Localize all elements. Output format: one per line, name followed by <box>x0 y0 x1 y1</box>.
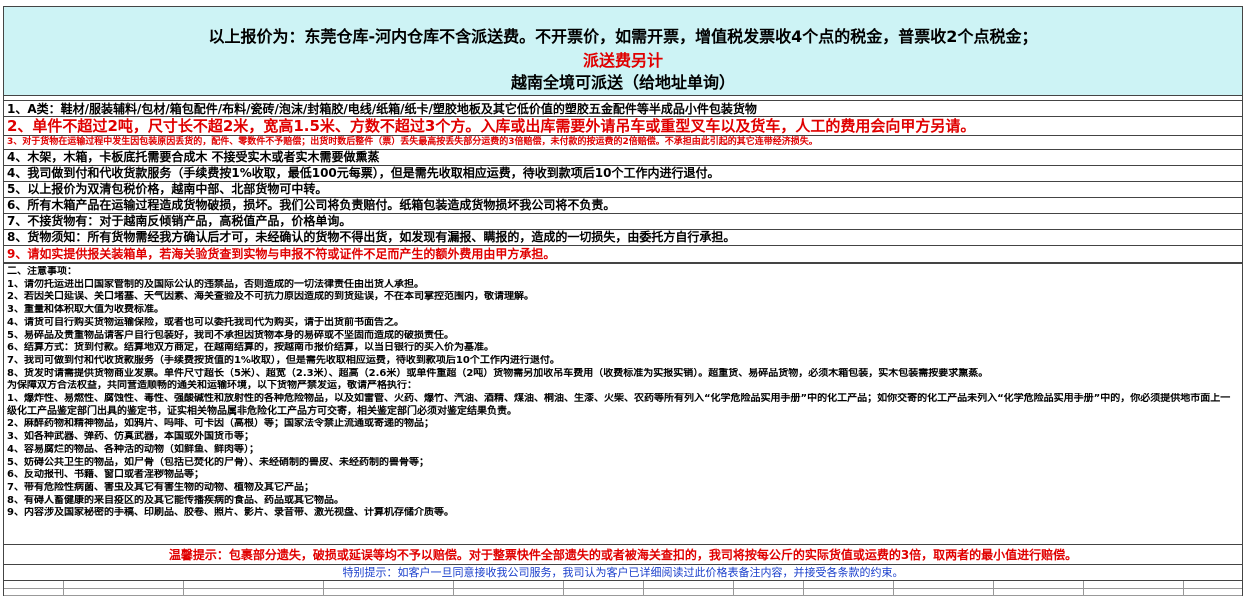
list-item: 6、反动报刊、书籍、窗口或者淫秽物品等； <box>7 469 204 481</box>
list-item: 3、如各种武器、弹药、仿真武器，本国或外国货币等； <box>7 431 254 443</box>
table-row[interactable]: 5、以上报价为双清包税价格，越南中部、北部货物可中转。 <box>3 182 1243 198</box>
warm-tip[interactable]: 温馨提示：包裹部分遗失，破损或延误等均不予以赔偿。对于整票快件全部遗失的或者被海… <box>3 545 1243 565</box>
list-item: 4、容易腐烂的物品、各种活的动物（如鲜鱼、鲜肉等）； <box>7 443 259 455</box>
list-item: 为保障双方合法权益，共同营造顺畅的通关和运输环境，以下货物严禁发运，敬请严格执行… <box>7 380 417 392</box>
row-text: 9、请如实提供报关装箱单，若海关验货查到实物与申报不符或证件不足而产生的额外费用… <box>7 247 556 261</box>
grid-cell[interactable] <box>734 581 804 596</box>
list-item: 4、请货可自行购买货物运输保险，或者也可以委托我司代为购买，请于出货前书面告之。 <box>7 316 404 328</box>
list-item: 2、若因关口延误、关口堵塞、天气因素、海关查验及不可抗力原因造成的到货延误，不在… <box>7 291 534 303</box>
notes-cell[interactable]: 二、注意事项： 1、请勿托运进出口国家管制的及国际公认的违禁品，否则造成的一切法… <box>3 263 1243 545</box>
warm-tip-text: 温馨提示：包裹部分遗失，破损或延误等均不予以赔偿。对于整票快件全部遗失的或者被海… <box>168 548 1078 562</box>
table-row[interactable]: 1、A类：鞋材/服装辅料/包材/箱包配件/布料/瓷砖/泡沫/封箱胶/电线/纸箱/… <box>3 100 1243 117</box>
special-tip[interactable]: 特别提示：如客户一旦同意接收我公司服务，我司认为客户已详细阅读过此价格表备注内容… <box>3 565 1243 581</box>
row-text: 3、对于货物在运输过程中发生因包装原因丢货的，配件、零数件不予赔偿；出货时数后整… <box>7 137 818 147</box>
table-row[interactable]: 2、单件不超过2吨，尺寸长不超2米，宽高1.5米、方数不超过3个方。入库或出库需… <box>3 117 1243 136</box>
special-tip-text: 特别提示：如客户一旦同意接收我公司服务，我司认为客户已详细阅读过此价格表备注内容… <box>342 566 904 579</box>
row-text: 4、我司做到付和代收货款服务（手续费按1%收取，最低100元每票），但是需先收取… <box>7 166 720 180</box>
row-text: 6、所有木箱产品在运输过程造成货物破损，损坏。我们公司将负责赔付。纸箱包装造成货… <box>7 198 616 212</box>
list-item: 6、结算方式：货到付款。结算地双方商定，在越南结算的，按越南币报价结算，以当日银… <box>7 342 494 354</box>
row-text: 5、以上报价为双清包税价格，越南中部、北部货物可中转。 <box>7 182 328 196</box>
grid-cell[interactable] <box>994 581 1084 596</box>
grid-cell[interactable] <box>4 581 64 596</box>
header-banner[interactable]: 以上报价为：东莞仓库-河内仓库不含派送费。不开票价，如需开票，增值税发票收4个点… <box>3 6 1243 96</box>
list-item: 1、爆炸性、易燃性、腐蚀性、毒性、强酸碱性和放射性的各种危险物品，以及如雷管、火… <box>7 393 1231 417</box>
list-item: 3、重量和体积取大值为收费标准。 <box>7 304 164 316</box>
table-row[interactable]: 3、对于货物在运输过程中发生因包装原因丢货的，配件、零数件不予赔偿；出货时数后整… <box>3 136 1243 150</box>
table-row[interactable]: 7、不接货物有：对于越南反倾销产品，高税值产品，价格单询。 <box>3 214 1243 230</box>
header-line-1: 以上报价为：东莞仓库-河内仓库不含派送费。不开票价，如需开票，增值税发票收4个点… <box>208 27 1038 46</box>
table-row[interactable]: 4、我司做到付和代收货款服务（手续费按1%收取，最低100元每票），但是需先收取… <box>3 166 1243 182</box>
header-line-2: 派送费另计 <box>582 51 663 70</box>
grid-cell[interactable] <box>804 581 894 596</box>
notes-heading: 二、注意事项： <box>7 266 77 277</box>
grid-cell[interactable] <box>894 581 994 596</box>
list-item: 5、妨碍公共卫生的物品，如尸骨（包括已焚化的尸骨）、未经硝制的兽皮、未经药制的兽… <box>7 456 429 468</box>
list-item: 5、易碎品及贵重物品请客户自行包装好，我司不承担因货物本身的易碎或不坚固而造成的… <box>7 329 454 341</box>
empty-grid-cells <box>3 581 1243 596</box>
list-item: 8、货发时请需提供货物商业发票。单件尺寸超长（5米）、超宽（2.3米）、超高（2… <box>7 367 989 379</box>
header-line-3: 越南全境可派送（给地址单询） <box>510 73 735 92</box>
table-row[interactable]: 9、请如实提供报关装箱单，若海关验货查到实物与申报不符或证件不足而产生的额外费用… <box>3 246 1243 263</box>
grid-cell[interactable] <box>644 581 734 596</box>
grid-cell[interactable] <box>454 581 564 596</box>
list-item: 7、带有危险性病菌、害虫及其它有害生物的动物、植物及其它产品； <box>7 481 314 493</box>
row-text: 7、不接货物有：对于越南反倾销产品，高税值产品，价格单询。 <box>7 214 352 228</box>
grid-cell[interactable] <box>1184 581 1242 596</box>
list-item: 8、有碍人畜健康的来自疫区的及其它能传播疾病的食品、药品或其它物品。 <box>7 494 344 506</box>
grid-cell[interactable] <box>1084 581 1184 596</box>
table-row[interactable]: 8、货物须知：所有货物需经我方确认后才可，未经确认的货物不得出货，如发现有漏报、… <box>3 230 1243 246</box>
grid-cell[interactable] <box>564 581 644 596</box>
row-text: 8、货物须知：所有货物需经我方确认后才可，未经确认的货物不得出货，如发现有漏报、… <box>7 230 736 244</box>
row-text: 1、A类：鞋材/服装辅料/包材/箱包配件/布料/瓷砖/泡沫/封箱胶/电线/纸箱/… <box>7 102 757 116</box>
grid-cell[interactable] <box>184 581 324 596</box>
grid-cell[interactable] <box>324 581 454 596</box>
table-row[interactable]: 6、所有木箱产品在运输过程造成货物破损，损坏。我们公司将负责赔付。纸箱包装造成货… <box>3 198 1243 214</box>
list-item: 1、请勿托运进出口国家管制的及国际公认的违禁品，否则造成的一切法律责任由出货人承… <box>7 278 424 290</box>
spreadsheet: 以上报价为：东莞仓库-河内仓库不含派送费。不开票价，如需开票，增值税发票收4个点… <box>0 0 1247 596</box>
list-item: 7、我司可做到付和代收货款服务（手续费按货值的1%收取），但是需先收取相应运费，… <box>7 354 560 366</box>
row-text: 2、单件不超过2吨，尺寸长不超2米，宽高1.5米、方数不超过3个方。入库或出库需… <box>7 117 976 135</box>
row-text: 4、木架，木箱，卡板底托需要合成木 不接受实木或者实木需要做熏蒸 <box>7 150 380 164</box>
list-item: 2、麻醉药物和精神物品，如鸦片、吗啡、可卡因（高根）等；国家法令禁止流通或寄递的… <box>7 418 434 430</box>
list-item: 9、内容涉及国家秘密的手稿、印刷品、胶卷、照片、影片、录音带、激光视盘、计算机存… <box>7 507 454 519</box>
table-row[interactable]: 4、木架，木箱，卡板底托需要合成木 不接受实木或者实木需要做熏蒸 <box>3 150 1243 166</box>
grid-cell[interactable] <box>64 581 184 596</box>
